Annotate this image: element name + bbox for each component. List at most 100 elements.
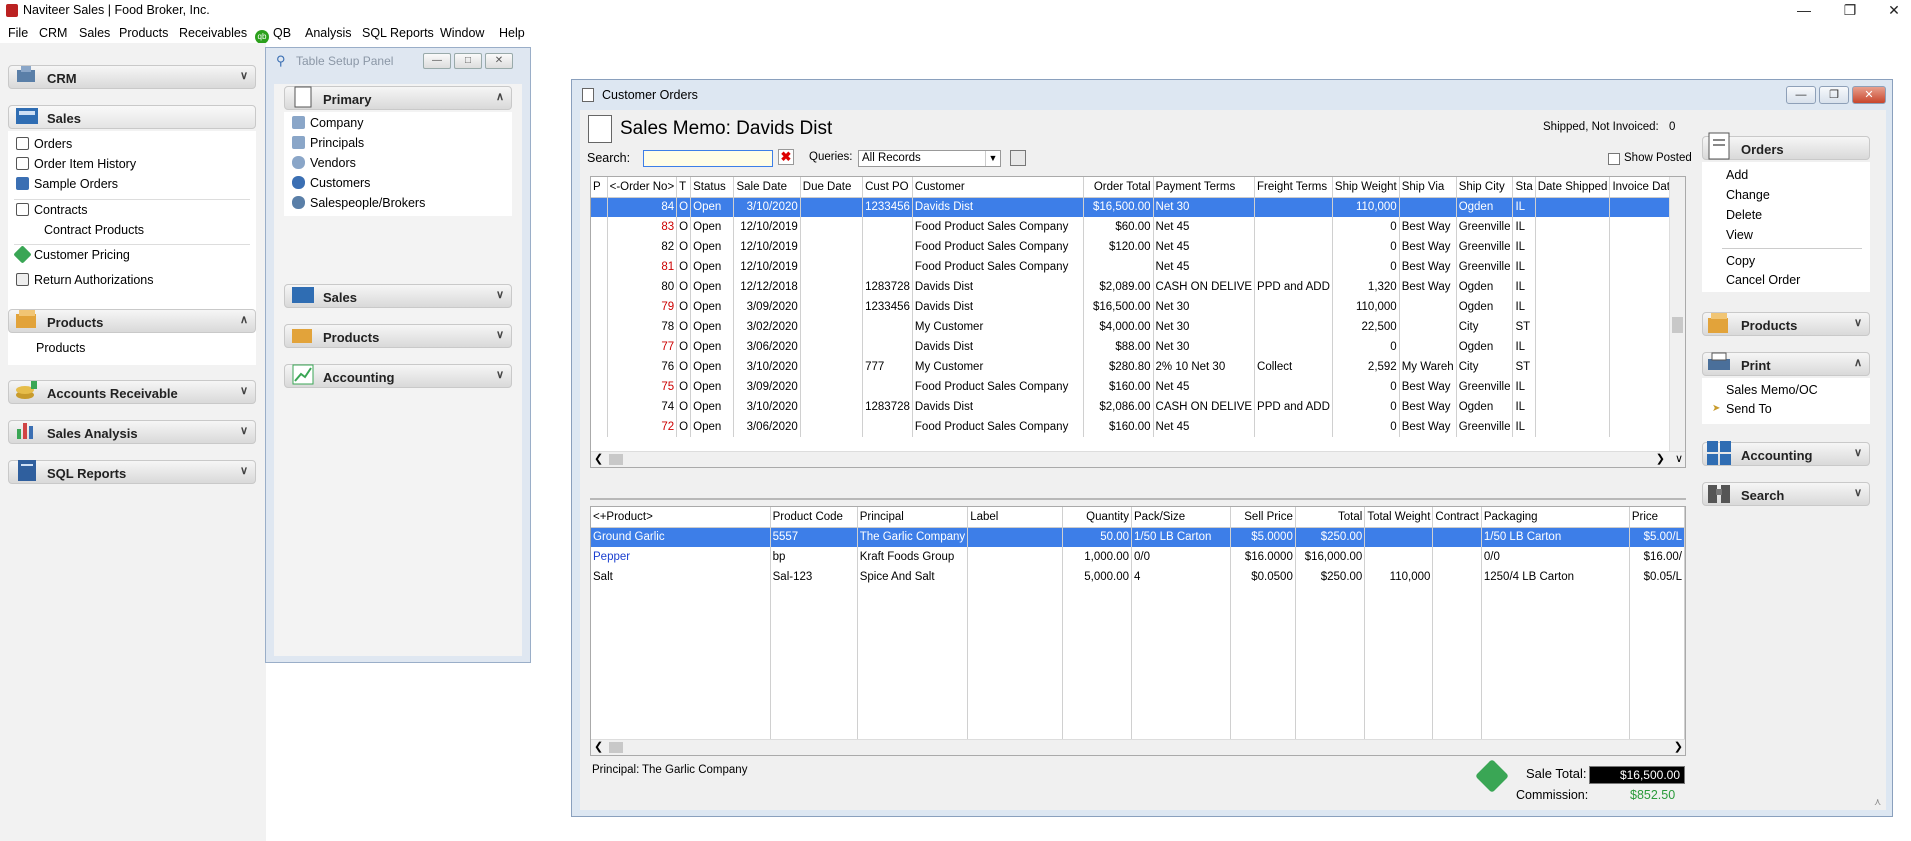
scroll-right-icon[interactable]: ❯: [1656, 452, 1665, 465]
column-header[interactable]: Total Weight: [1364, 507, 1434, 528]
table-row[interactable]: 83 O Open 12/10/2019 Food Product Sales Comp…: [591, 217, 1685, 237]
nav-sales[interactable]: Sales: [8, 105, 256, 129]
scroll-down-icon[interactable]: ∨: [1675, 452, 1683, 465]
column-header[interactable]: P: [591, 177, 608, 198]
sidebar-item-salespeople[interactable]: Salespeople/Brokers: [292, 196, 425, 210]
scroll-thumb[interactable]: [1672, 317, 1683, 333]
restore-icon[interactable]: ❐: [1827, 0, 1873, 22]
print-sales-memo-button[interactable]: Sales Memo/OC: [1726, 383, 1818, 397]
menu-qb[interactable]: qb QB: [255, 26, 291, 44]
column-header[interactable]: Product Code: [770, 507, 858, 528]
column-header[interactable]: Payment Terms: [1153, 177, 1256, 198]
restore-icon[interactable]: ❐: [1819, 86, 1849, 104]
column-header[interactable]: Sta: [1512, 177, 1536, 198]
delete-order-button[interactable]: Delete: [1726, 208, 1762, 222]
column-header[interactable]: Sell Price: [1230, 507, 1296, 528]
sidebar-item-principals[interactable]: Principals: [292, 136, 364, 150]
nav-tsp-accounting[interactable]: Accounting ∨: [284, 364, 512, 388]
nav-tsp-sales[interactable]: Sales ∨: [284, 284, 512, 308]
nav-accounts-receivable[interactable]: Accounts Receivable ∨: [8, 380, 256, 404]
scroll-right-icon[interactable]: ❯: [1674, 740, 1683, 753]
column-header[interactable]: Price: [1629, 507, 1685, 528]
nav-print[interactable]: Print ∧: [1702, 352, 1870, 376]
column-header[interactable]: <-Order No>: [607, 177, 678, 198]
nav-right-search[interactable]: Search ∨: [1702, 482, 1870, 506]
table-row[interactable]: Ground Garlic 5557 The Garlic Company 50.00…: [591, 527, 1685, 547]
menu-file[interactable]: File: [8, 26, 28, 40]
table-row[interactable]: 74 O Open 3/10/2020 1283728 Davids Dist $2,086…: [591, 397, 1685, 417]
close-icon[interactable]: ✕: [1871, 0, 1911, 22]
menu-receivables[interactable]: Receivables: [179, 26, 247, 40]
menu-sales[interactable]: Sales: [79, 26, 110, 40]
show-posted-checkbox[interactable]: [1608, 153, 1620, 165]
add-order-button[interactable]: Add: [1726, 168, 1748, 182]
sidebar-item-products[interactable]: Products: [36, 341, 85, 355]
resize-grip-icon[interactable]: ⋏: [1874, 797, 1881, 808]
table-row[interactable]: 80 O Open 12/12/2018 1283728 Davids Dist $2,08…: [591, 277, 1685, 297]
table-row[interactable]: Salt Sal-123 Spice And Salt 5,000.00 4 $0.050…: [591, 567, 1685, 587]
sidebar-item-company[interactable]: Company: [292, 116, 364, 130]
orders-vertical-scrollbar[interactable]: [1669, 177, 1685, 453]
nav-sales-analysis[interactable]: Sales Analysis ∨: [8, 420, 256, 444]
nav-right-products[interactable]: Products ∨: [1702, 312, 1870, 336]
column-header[interactable]: <+Product>: [591, 507, 771, 528]
sidebar-item-orders[interactable]: Orders: [16, 137, 72, 151]
menu-analysis[interactable]: Analysis: [305, 26, 352, 40]
nav-tsp-products[interactable]: Products ∨: [284, 324, 512, 348]
scroll-left-icon[interactable]: ❮: [594, 740, 603, 753]
table-row[interactable]: 84 O Open 3/10/2020 1233456 Davids Dist $16,50…: [591, 197, 1685, 217]
column-header[interactable]: Freight Terms: [1254, 177, 1333, 198]
column-header[interactable]: Due Date: [800, 177, 864, 198]
column-header[interactable]: Principal: [857, 507, 969, 528]
items-horizontal-scrollbar[interactable]: ❮ ❯: [591, 739, 1685, 755]
table-row[interactable]: Pepper bp Kraft Foods Group 1,000.00 0/0 $16.…: [591, 547, 1685, 567]
column-header[interactable]: Ship Weight: [1332, 177, 1400, 198]
table-row[interactable]: 81 O Open 12/10/2019 Food Product Sales Comp…: [591, 257, 1685, 277]
column-header[interactable]: Status: [690, 177, 735, 198]
column-header[interactable]: Ship City: [1456, 177, 1514, 198]
column-header[interactable]: Packaging: [1481, 507, 1630, 528]
column-header[interactable]: Ship Via: [1399, 177, 1457, 198]
sidebar-item-order-item-history[interactable]: Order Item History: [16, 157, 136, 171]
copy-order-button[interactable]: Copy: [1726, 254, 1755, 268]
scroll-left-icon[interactable]: ❮: [594, 452, 603, 465]
column-header[interactable]: Label: [967, 507, 1064, 528]
nav-right-accounting[interactable]: Accounting ∨: [1702, 441, 1870, 466]
sidebar-item-vendors[interactable]: Vendors: [292, 156, 356, 170]
nav-sql-reports[interactable]: SQL Reports ∨: [8, 460, 256, 484]
minimize-icon[interactable]: —: [1786, 86, 1816, 104]
sidebar-item-customer-pricing[interactable]: Customer Pricing: [13, 245, 130, 264]
menu-window[interactable]: Window: [440, 26, 484, 40]
change-order-button[interactable]: Change: [1726, 188, 1770, 202]
table-row[interactable]: 76 O Open 3/10/2020 777 My Customer $280.80 2% …: [591, 357, 1685, 377]
column-header[interactable]: Customer: [912, 177, 1085, 198]
table-row[interactable]: 72 O Open 3/06/2020 Food Product Sales Compa…: [591, 417, 1685, 437]
scroll-thumb[interactable]: [609, 454, 623, 465]
clear-search-icon[interactable]: ✖: [778, 149, 794, 165]
send-to-button[interactable]: Send To: [1726, 402, 1772, 416]
cancel-order-button[interactable]: Cancel Order: [1726, 273, 1800, 287]
nav-orders[interactable]: Orders: [1702, 132, 1870, 160]
table-row[interactable]: 75 O Open 3/09/2020 Food Product Sales Compa…: [591, 377, 1685, 397]
nav-primary[interactable]: Primary ∧: [284, 86, 512, 110]
queries-select[interactable]: All Records ▼: [858, 150, 1001, 167]
nav-crm[interactable]: CRM ∨: [8, 65, 256, 89]
table-row[interactable]: 79 O Open 3/09/2020 1233456 Davids Dist $16,50…: [591, 297, 1685, 317]
column-header[interactable]: Order Total: [1083, 177, 1154, 198]
orders-horizontal-scrollbar[interactable]: ❮ ❯ ∨: [591, 451, 1685, 467]
table-row[interactable]: 77 O Open 3/06/2020 Davids Dist $88.00 Net 30 0…: [591, 337, 1685, 357]
column-header[interactable]: T: [676, 177, 692, 198]
view-order-button[interactable]: View: [1726, 228, 1753, 242]
search-input[interactable]: [643, 150, 773, 167]
sidebar-item-contracts[interactable]: Contracts: [16, 203, 88, 217]
sidebar-item-sample-orders[interactable]: Sample Orders: [16, 177, 118, 191]
sidebar-item-customers[interactable]: Customers: [292, 176, 370, 190]
column-header[interactable]: Contract: [1432, 507, 1482, 528]
save-query-icon[interactable]: [1010, 150, 1026, 166]
sidebar-item-contract-products[interactable]: Contract Products: [44, 223, 144, 237]
sidebar-item-return-authorizations[interactable]: Return Authorizations: [16, 273, 154, 287]
column-header[interactable]: Quantity: [1062, 507, 1132, 528]
column-header[interactable]: Cust PO: [862, 177, 913, 198]
menu-crm[interactable]: CRM: [39, 26, 67, 40]
table-row[interactable]: 78 O Open 3/02/2020 My Customer $4,000.00 Net …: [591, 317, 1685, 337]
